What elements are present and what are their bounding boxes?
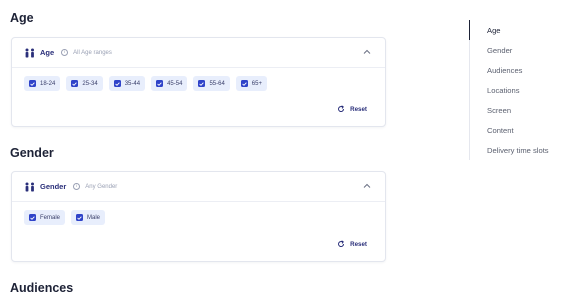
age-card-subtitle: All Age ranges bbox=[73, 49, 112, 56]
nav-item-gender[interactable]: Gender bbox=[487, 46, 512, 55]
age-chip-label: 55-64 bbox=[209, 80, 225, 87]
info-icon[interactable]: i bbox=[61, 49, 69, 56]
age-chip-label: 25-34 bbox=[82, 80, 98, 87]
gender-chip-label: Female bbox=[40, 214, 61, 221]
age-card-title: Age bbox=[40, 48, 55, 57]
gender-chip-label: Male bbox=[87, 214, 101, 221]
gender-chip[interactable]: Male bbox=[71, 210, 106, 225]
age-chip-list: 18-24 25-34 35-44 45-54 55-64 65+ bbox=[12, 68, 385, 91]
checkbox-checked-icon[interactable] bbox=[29, 80, 36, 87]
gender-chip-list: Female Male bbox=[12, 202, 385, 225]
gender-filter-card: Gender i Any Gender Female Male Reset bbox=[11, 171, 386, 262]
nav-item-locations[interactable]: Locations bbox=[487, 86, 520, 95]
chevron-up-icon[interactable] bbox=[363, 183, 371, 189]
age-card-header[interactable]: Age i All Age ranges bbox=[12, 38, 385, 68]
age-chip[interactable]: 55-64 bbox=[193, 76, 230, 91]
age-chip-label: 18-24 bbox=[40, 80, 56, 87]
checkbox-checked-icon[interactable] bbox=[240, 80, 248, 87]
age-chip-label: 35-44 bbox=[124, 80, 141, 87]
reset-icon bbox=[338, 105, 345, 113]
age-filter-card: Age i All Age ranges 18-24 25-34 35-44 4… bbox=[11, 37, 386, 127]
age-chip-label: 45-54 bbox=[167, 80, 183, 87]
nav-item-age[interactable]: Age bbox=[487, 26, 501, 35]
gender-chip[interactable]: Female bbox=[24, 210, 66, 225]
nav-item-content[interactable]: Content bbox=[487, 126, 514, 135]
checkbox-checked-icon[interactable] bbox=[156, 80, 164, 87]
checkbox-checked-icon[interactable] bbox=[198, 80, 206, 87]
chevron-up-icon[interactable] bbox=[363, 49, 371, 55]
age-chip[interactable]: 25-34 bbox=[66, 76, 103, 91]
nav-item-delivery-time-slots[interactable]: Delivery time slots bbox=[487, 146, 549, 155]
nav-item-audiences[interactable]: Audiences bbox=[487, 66, 522, 75]
people-icon bbox=[24, 48, 36, 58]
checkbox-checked-icon[interactable] bbox=[113, 80, 121, 87]
age-chip[interactable]: 18-24 bbox=[24, 76, 61, 91]
age-chip-label: 65+ bbox=[251, 80, 262, 87]
reset-icon bbox=[338, 240, 345, 248]
reset-label: Reset bbox=[350, 240, 367, 248]
nav-item-screen[interactable]: Screen bbox=[487, 106, 511, 115]
age-reset-button[interactable]: Reset bbox=[337, 105, 367, 113]
audiences-section-heading: Audiences bbox=[10, 281, 74, 295]
age-chip[interactable]: 35-44 bbox=[108, 76, 146, 91]
age-chip[interactable]: 45-54 bbox=[151, 76, 188, 91]
age-section-heading: Age bbox=[10, 11, 34, 25]
people-icon bbox=[24, 182, 36, 192]
gender-section-heading: Gender bbox=[10, 146, 54, 160]
nav-active-indicator bbox=[469, 20, 470, 40]
gender-reset-button[interactable]: Reset bbox=[337, 240, 367, 248]
age-chip[interactable]: 65+ bbox=[235, 76, 267, 91]
checkbox-checked-icon[interactable] bbox=[71, 80, 79, 87]
checkbox-checked-icon[interactable] bbox=[76, 214, 84, 221]
info-icon[interactable]: i bbox=[73, 183, 81, 190]
gender-card-header[interactable]: Gender i Any Gender bbox=[12, 172, 385, 202]
nav-track bbox=[469, 20, 470, 160]
reset-label: Reset bbox=[350, 105, 367, 113]
gender-card-subtitle: Any Gender bbox=[85, 183, 118, 190]
checkbox-checked-icon[interactable] bbox=[29, 214, 36, 221]
gender-card-title: Gender bbox=[40, 182, 67, 191]
